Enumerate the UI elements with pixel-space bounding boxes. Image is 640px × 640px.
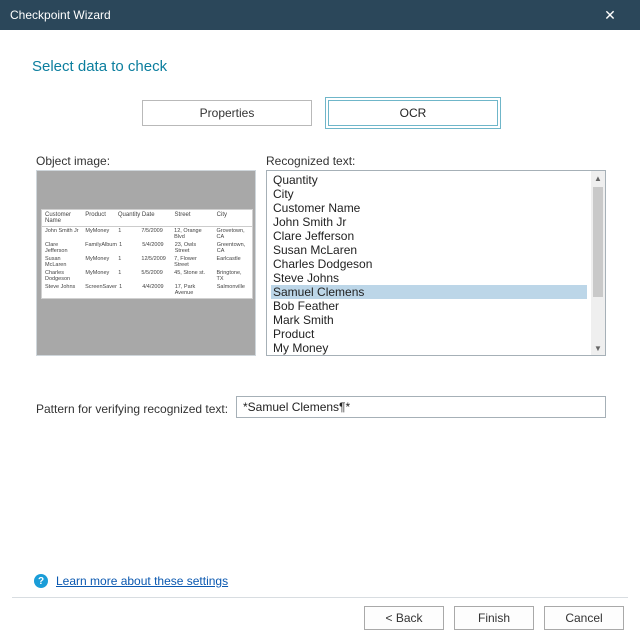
preview-row: Clare JeffersonFamilyAlbum15/4/200923, O… [42,241,252,255]
scroll-down-icon[interactable]: ▼ [591,341,605,355]
recognized-text-item[interactable]: Customer Name [271,201,587,215]
recognized-text-item[interactable]: Quantity [271,173,587,187]
help-icon[interactable]: ? [34,574,48,588]
scroll-up-icon[interactable]: ▲ [591,171,605,185]
help-link[interactable]: Learn more about these settings [56,574,228,588]
recognized-text-item[interactable]: John Smith Jr [271,215,587,229]
titlebar: Checkpoint Wizard ✕ [0,0,640,30]
preview-row: Charles DodgesonMyMoney15/5/200945, Ston… [42,269,252,283]
preview-header-row: Customer Name Product Quantity Date Stre… [42,210,252,227]
recognized-text-item[interactable]: Bob Feather [271,299,587,313]
preview-row: Samuel ClemensMyMoney212/12/20093, Garde… [42,297,252,299]
tab-properties[interactable]: Properties [142,100,312,126]
preview-row: John Smith JrMyMoney17/5/200912, Orange … [42,227,252,241]
recognized-text-item[interactable]: My Money [271,341,587,355]
preview-row: Steve JohnsScreenSaver14/4/200917, Park … [42,283,252,297]
recognized-text-item[interactable]: Product [271,327,587,341]
page-title: Select data to check [32,58,167,75]
scroll-thumb[interactable] [593,187,603,297]
recognized-text-panel: QuantityCityCustomer NameJohn Smith JrCl… [266,170,606,356]
footer-buttons: < Back Finish Cancel [364,606,624,630]
tab-ocr[interactable]: OCR [328,100,498,126]
preview-row: Susan McLarenMyMoney112/5/20097, Flower … [42,255,252,269]
recognized-text-item[interactable]: City [271,187,587,201]
wizard-body: Select data to check Properties OCR Obje… [0,30,640,640]
recognized-text-scrollbar[interactable]: ▲ ▼ [591,171,605,355]
finish-button[interactable]: Finish [454,606,534,630]
tab-strip: Properties OCR [0,100,640,126]
close-icon[interactable]: ✕ [590,0,630,30]
pattern-label: Pattern for verifying recognized text: [36,402,228,416]
back-button[interactable]: < Back [364,606,444,630]
footer-divider [12,597,628,598]
cancel-button[interactable]: Cancel [544,606,624,630]
recognized-text-item[interactable]: Charles Dodgeson [271,257,587,271]
help-row: ? Learn more about these settings [34,574,228,588]
recognized-text-item[interactable]: Susan McLaren [271,243,587,257]
recognized-text-item[interactable]: Samuel Clemens [271,285,587,299]
recognized-text-item[interactable]: Mark Smith [271,313,587,327]
pattern-input[interactable] [236,396,606,418]
object-image-label: Object image: [36,154,110,168]
recognized-text-label: Recognized text: [266,154,355,168]
recognized-text-item[interactable]: Clare Jefferson [271,229,587,243]
recognized-text-item[interactable]: Steve Johns [271,271,587,285]
object-image-grid: Customer Name Product Quantity Date Stre… [41,209,253,299]
object-image-preview[interactable]: Customer Name Product Quantity Date Stre… [36,170,256,356]
window-title: Checkpoint Wizard [10,8,590,22]
recognized-text-list[interactable]: QuantityCityCustomer NameJohn Smith JrCl… [267,171,591,355]
